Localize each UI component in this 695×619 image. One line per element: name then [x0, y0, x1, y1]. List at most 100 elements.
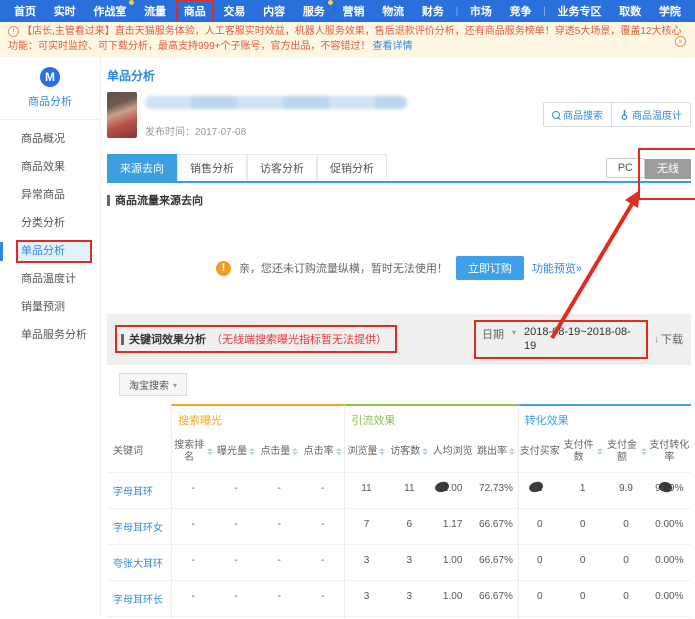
table-cell: - — [301, 616, 344, 619]
nav-item-实时[interactable]: 实时 — [48, 1, 82, 21]
table-cell: - — [171, 616, 214, 619]
table-cell: - — [214, 472, 257, 508]
order-now-button[interactable]: 立即订购 — [456, 256, 524, 280]
tab-销售分析[interactable]: 销售分析 — [177, 154, 247, 181]
download-icon: ↓ — [654, 334, 659, 345]
notification-dot-icon — [328, 0, 333, 5]
product-thumbnail — [107, 92, 137, 138]
nav-item-商品[interactable]: 商品 — [178, 1, 212, 21]
table-cell: 1 — [518, 472, 561, 508]
keyword-section-bar: 关键词效果分析 （无线端搜索曝光指标暂无法提供） 日期 ▾ 2018-08-19… — [107, 314, 691, 365]
nav-item-首页[interactable]: 首页 — [8, 1, 42, 21]
device-button-PC[interactable]: PC — [606, 158, 645, 178]
table-cell: - — [214, 544, 257, 580]
keyword-link[interactable]: 夸张大耳环 — [107, 544, 171, 580]
sidebar-item-分类分析[interactable]: 分类分析 — [18, 214, 90, 233]
sidebar-item-商品温度计[interactable]: 商品温度计 — [18, 270, 90, 289]
product-info: 发布时间：2017-07-08 — [137, 90, 543, 138]
product-title-redacted — [145, 96, 407, 109]
column-header-支付转化率[interactable]: 支付转化率 — [648, 432, 691, 472]
sort-icon — [336, 448, 342, 455]
table-cell: 0 — [561, 508, 604, 544]
sidebar-item-单品分析[interactable]: 单品分析 — [18, 242, 90, 261]
table-cell: 1 — [561, 472, 604, 508]
column-header-曝光量[interactable]: 曝光量 — [214, 432, 257, 472]
table-cell: - — [258, 508, 301, 544]
column-header-支付件数[interactable]: 支付件数 — [561, 432, 604, 472]
nav-item-流量[interactable]: 流量 — [138, 1, 172, 21]
keyword-section-title-box: 关键词效果分析 （无线端搜索曝光指标暂无法提供） — [115, 325, 397, 353]
table-cell: 66.67% — [474, 580, 517, 616]
product-thermometer-button[interactable]: 商品温度计 — [611, 103, 690, 126]
nav-item-作战室[interactable]: 作战室 — [87, 1, 132, 21]
chevron-down-icon: ▾ — [173, 378, 177, 390]
flow-section-title: 商品流量来源去向 — [107, 183, 691, 214]
keyword-section-note: （无线端搜索曝光指标暂无法提供） — [211, 331, 387, 347]
promo-text: 亲，您还未订购流量纵横，暂时无法使用！ — [239, 260, 448, 276]
sidebar-item-单品服务分析[interactable]: 单品服务分析 — [18, 326, 90, 345]
column-group-转化效果: 转化效果 — [518, 404, 691, 432]
date-range-box[interactable]: 日期 ▾ 2018-08-19~2018-08-19 — [474, 320, 648, 359]
table-cell: 0 — [518, 616, 561, 619]
product-search-button[interactable]: 商品搜索 — [544, 103, 611, 126]
notice-detail-link[interactable]: 查看详情 — [373, 41, 413, 52]
table-cell: - — [214, 508, 257, 544]
device-toggle: PC无线 — [606, 158, 691, 181]
keyword-link[interactable]: 字母耳环 — [107, 472, 171, 508]
tab-来源去向[interactable]: 来源去向 — [107, 154, 177, 181]
nav-item-学院[interactable]: 学院 — [653, 1, 687, 21]
column-header-搜索排名[interactable]: 搜索排名 — [171, 432, 214, 472]
table-cell: 3 — [344, 580, 387, 616]
device-button-无线[interactable]: 无线 — [645, 159, 691, 179]
flow-section-label: 商品流量来源去向 — [115, 192, 203, 208]
table-cell: - — [258, 544, 301, 580]
download-link[interactable]: ↓ 下载 — [654, 331, 683, 347]
notice-close-icon[interactable]: × — [675, 36, 686, 47]
nav-item-业务专区[interactable]: 业务专区 — [552, 1, 608, 21]
nav-item-财务[interactable]: 财务 — [416, 1, 450, 21]
column-header-人均浏览[interactable]: 人均浏览 — [431, 432, 474, 472]
table-cell: 0 — [518, 580, 561, 616]
nav-item-交易[interactable]: 交易 — [217, 1, 251, 21]
keyword-link[interactable]: 字母耳环长 — [107, 580, 171, 616]
table-cell: - — [214, 580, 257, 616]
sidebar-item-销量预测[interactable]: 销量预测 — [18, 298, 90, 317]
column-header-点击率[interactable]: 点击率 — [301, 432, 344, 472]
table-cell: 11 — [344, 472, 387, 508]
column-header-支付金额[interactable]: 支付金额 — [604, 432, 647, 472]
nav-item-取数[interactable]: 取数 — [613, 1, 647, 21]
sidebar-item-商品概况[interactable]: 商品概况 — [18, 130, 90, 149]
warning-icon: ! — [216, 261, 231, 276]
column-header-关键词[interactable]: 关键词 — [107, 432, 171, 472]
table-cell: 11 — [388, 472, 431, 508]
table-cell: 9.9 — [604, 472, 647, 508]
column-header-点击量[interactable]: 点击量 — [258, 432, 301, 472]
table-cell: 7 — [344, 508, 387, 544]
date-label: 日期 — [482, 325, 504, 342]
feature-preview-link[interactable]: 功能预览» — [532, 260, 582, 276]
sidebar-item-异常商品[interactable]: 异常商品 — [18, 186, 90, 205]
keyword-link[interactable]: 耳坠 女 潮 — [107, 616, 171, 619]
nav-item-营销[interactable]: 营销 — [337, 1, 371, 21]
nav-item-物流[interactable]: 物流 — [376, 1, 410, 21]
tab-促销分析[interactable]: 促销分析 — [317, 154, 387, 181]
nav-item-市场[interactable]: 市场 — [464, 1, 498, 21]
sidebar-item-商品效果[interactable]: 商品效果 — [18, 158, 90, 177]
column-header-跳出率[interactable]: 跳出率 — [474, 432, 517, 472]
column-header-访客数[interactable]: 访客数 — [388, 432, 431, 472]
table-cell: 1.00 — [431, 472, 474, 508]
column-header-浏览量[interactable]: 浏览量 — [344, 432, 387, 472]
table-cell: - — [171, 472, 214, 508]
main-content: 单品分析 发布时间：2017-07-08 商品搜索 — [101, 57, 695, 618]
page-body: M 商品分析 商品概况商品效果异常商品分类分析单品分析商品温度计销量预测单品服务… — [0, 57, 695, 618]
app-logo-icon: M — [40, 67, 60, 87]
notification-dot-icon — [129, 0, 134, 5]
table-cell: 0 — [561, 544, 604, 580]
nav-item-内容[interactable]: 内容 — [257, 1, 291, 21]
nav-item-服务[interactable]: 服务 — [297, 1, 331, 21]
tab-访客分析[interactable]: 访客分析 — [247, 154, 317, 181]
keyword-link[interactable]: 字母耳环女 — [107, 508, 171, 544]
taobao-search-tab[interactable]: 淘宝搜索 ▾ — [119, 373, 187, 396]
nav-item-竞争[interactable]: 竞争 — [504, 1, 538, 21]
column-header-支付买家[interactable]: 支付买家 — [518, 432, 561, 472]
